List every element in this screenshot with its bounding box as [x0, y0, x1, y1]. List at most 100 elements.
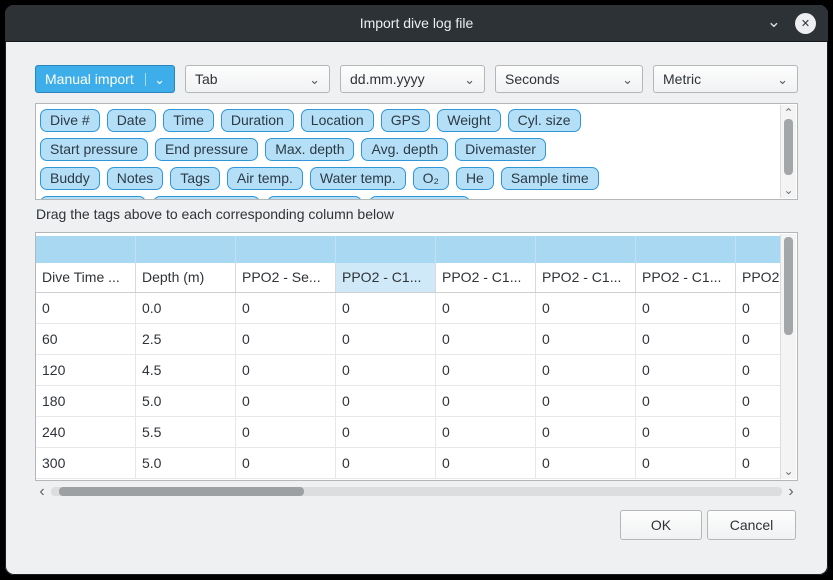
drop-target-cell[interactable] [636, 236, 736, 263]
table-cell: 5.5 [136, 417, 236, 447]
tag-chip[interactable]: Cyl. size [508, 109, 581, 132]
table-cell: 0 [736, 417, 781, 447]
table-row: 2405.5000000 [36, 417, 781, 448]
table-cell: 0 [236, 324, 336, 354]
scroll-down-icon[interactable]: ⌄ [781, 465, 796, 477]
chevron-down-icon[interactable]: ⌄ [767, 13, 781, 30]
table-cell: 0 [336, 293, 436, 323]
column-header[interactable]: PPO2 - C1... [536, 263, 636, 292]
scrollbar-track[interactable] [51, 487, 782, 496]
tag-chip[interactable]: Avg. depth [361, 138, 448, 161]
table-content: Dive Time ...Depth (m)PPO2 - Se...PPO2 -… [36, 233, 781, 480]
tag-chip[interactable]: O₂ [413, 167, 449, 190]
table-cell: 240 [36, 417, 136, 447]
field-separator-select[interactable]: Tab ⌄ [185, 65, 330, 93]
scrollbar-thumb[interactable] [784, 237, 793, 335]
table-cell: 0 [636, 417, 736, 447]
table-cell: 0 [736, 293, 781, 323]
chevron-down-icon: ⌄ [464, 73, 475, 86]
tag-chip[interactable]: Sample depth [40, 196, 146, 200]
table-cell: 0 [236, 293, 336, 323]
drop-target-cell[interactable] [136, 236, 236, 263]
combo-value: Tab [195, 71, 218, 87]
table-row: 3005.0000000 [36, 448, 781, 479]
table-cell: 0 [436, 293, 536, 323]
table-cell: 2.5 [136, 324, 236, 354]
table-cell: 0 [736, 386, 781, 416]
chevron-down-icon: ⌄ [622, 73, 633, 86]
units-select[interactable]: Metric ⌄ [653, 65, 798, 93]
tag-chip[interactable]: Air temp. [227, 167, 303, 190]
scroll-up-icon[interactable]: ⌃ [781, 107, 796, 119]
column-header[interactable]: PPO2 - Se... [236, 263, 336, 292]
tag-chip[interactable]: Buddy [40, 167, 100, 190]
scroll-left-icon[interactable]: ‹ [35, 484, 49, 499]
ok-button[interactable]: OK [620, 510, 702, 540]
close-icon[interactable]: ✕ [795, 13, 816, 34]
drop-target-cell[interactable] [436, 236, 536, 263]
drop-target-row[interactable] [36, 236, 781, 263]
titlebar[interactable]: Import dive log file ⌄ ✕ [5, 5, 828, 42]
table-cell: 0 [736, 355, 781, 385]
tag-chip[interactable]: Notes [107, 167, 164, 190]
drop-target-cell[interactable] [236, 236, 336, 263]
tag-chip[interactable]: Location [301, 109, 374, 132]
titlebar-icons: ⌄ ✕ [767, 5, 816, 41]
tag-chip[interactable]: Start pressure [40, 138, 148, 161]
tag-chip[interactable]: Date [107, 109, 157, 132]
tag-chip[interactable]: GPS [381, 109, 431, 132]
scroll-down-icon[interactable]: ⌄ [781, 184, 796, 196]
tag-row: Start pressure End pressure Max. depth Avg.… [40, 138, 777, 161]
tag-chip[interactable]: He [456, 167, 494, 190]
tag-chip[interactable]: Weight [437, 109, 500, 132]
cancel-button[interactable]: Cancel [707, 510, 796, 540]
date-format-select[interactable]: dd.mm.yyyy ⌄ [340, 65, 485, 93]
tag-chip[interactable]: Duration [221, 109, 294, 132]
instruction-text: Drag the tags above to each correspondin… [36, 206, 394, 222]
column-header[interactable]: Dive Time ... [36, 263, 136, 292]
tag-chip[interactable]: End pressure [155, 138, 258, 161]
tag-chip[interactable]: Divemaster [455, 138, 546, 161]
table-scrollbar[interactable]: ⌄ [780, 234, 796, 479]
column-header[interactable]: PPO2 [736, 263, 781, 292]
column-header[interactable]: PPO2 - C1... [336, 263, 436, 292]
tag-chip[interactable]: Time [163, 109, 214, 132]
tag-chip[interactable]: Water temp. [310, 167, 406, 190]
table-row: 602.5000000 [36, 324, 781, 355]
tags-scrollbar[interactable]: ⌃ ⌄ [780, 105, 796, 198]
column-header[interactable]: Depth (m) [136, 263, 236, 292]
import-mode-select[interactable]: Manual import ⌄ [35, 65, 175, 93]
drop-target-cell[interactable] [36, 236, 136, 263]
duration-format-select[interactable]: Seconds ⌄ [495, 65, 643, 93]
tag-row: Sample depth Sample temp. Sample pO₂ Sample… [40, 196, 777, 200]
tag-chip[interactable]: Tags [170, 167, 220, 190]
table-cell: 0 [236, 386, 336, 416]
table-cell: 5.0 [136, 448, 236, 478]
tag-chip[interactable]: Dive # [40, 109, 100, 132]
scroll-right-icon[interactable]: › [784, 484, 798, 499]
table-horizontal-scrollbar[interactable]: ‹ › [35, 484, 798, 499]
window-title: Import dive log file [5, 5, 828, 41]
drop-target-cell[interactable] [736, 236, 781, 263]
tag-chip[interactable]: Sample temp. [153, 196, 259, 200]
table-cell: 0.0 [136, 293, 236, 323]
table-cell: 0 [636, 448, 736, 478]
table-cell: 0 [436, 417, 536, 447]
drop-target-cell[interactable] [536, 236, 636, 263]
tag-chip[interactable]: Sample CNS [369, 196, 470, 200]
table-cell: 0 [536, 417, 636, 447]
drop-target-cell[interactable] [336, 236, 436, 263]
column-header[interactable]: PPO2 - C1... [636, 263, 736, 292]
table-cell: 0 [436, 386, 536, 416]
chevron-down-icon: ⌄ [777, 73, 788, 86]
tag-chip[interactable]: Max. depth [265, 138, 354, 161]
scrollbar-thumb[interactable] [784, 119, 793, 175]
tag-chip[interactable]: Sample time [501, 167, 599, 190]
scrollbar-thumb[interactable] [59, 487, 304, 496]
table-row: 1204.5000000 [36, 355, 781, 386]
table-cell: 0 [536, 293, 636, 323]
table-body: 00.0000000602.50000001204.50000001805.00… [36, 293, 781, 479]
column-header[interactable]: PPO2 - C1... [436, 263, 536, 292]
tag-chip[interactable]: Sample pO₂ [267, 196, 362, 200]
combo-value: Metric [663, 71, 701, 87]
